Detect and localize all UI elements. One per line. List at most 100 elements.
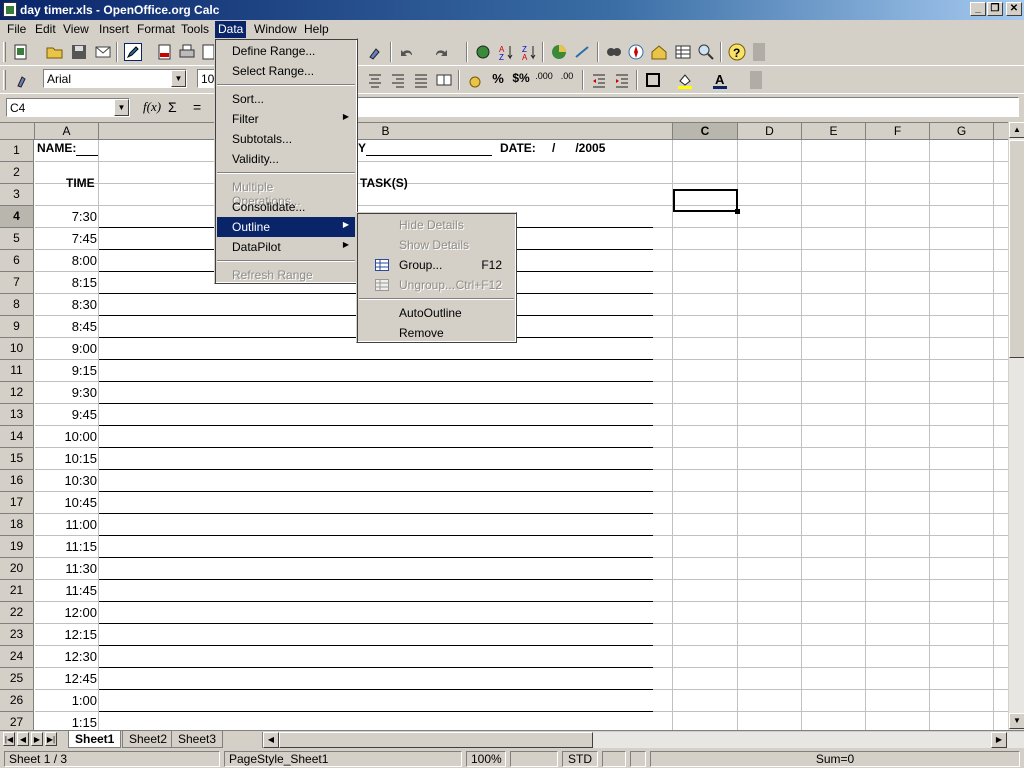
edit-file-icon[interactable] — [124, 43, 142, 61]
time-cell[interactable]: 8:30 — [35, 297, 97, 312]
format-paintbrush-icon[interactable] — [366, 43, 384, 61]
zoom-status[interactable]: 100% — [466, 751, 506, 767]
menu-help[interactable]: Help — [301, 21, 332, 38]
redo-icon[interactable] — [432, 43, 450, 61]
column-header-g[interactable]: G — [930, 123, 994, 140]
menu-edit[interactable]: Edit — [32, 21, 59, 38]
add-decimal-icon[interactable]: .000 — [535, 71, 553, 89]
first-sheet-icon[interactable]: |◀ — [3, 732, 15, 746]
font-size-combo[interactable]: 10 — [197, 69, 215, 88]
row-header[interactable]: 22 — [0, 602, 34, 624]
sort-ascending-icon[interactable]: AZ — [497, 43, 515, 62]
menu-item-subtotals[interactable]: Subtotals... — [217, 129, 355, 149]
toolbar-handle[interactable] — [3, 42, 6, 62]
row-header[interactable]: 14 — [0, 426, 34, 448]
time-cell[interactable]: 11:15 — [35, 539, 97, 554]
last-sheet-icon[interactable]: ▶| — [45, 732, 57, 746]
time-cell[interactable]: 1:15 — [35, 715, 97, 730]
row-header[interactable]: 15 — [0, 448, 34, 470]
time-cell[interactable]: 9:45 — [35, 407, 97, 422]
menu-insert[interactable]: Insert — [96, 21, 132, 38]
close-button[interactable]: ✕ — [1006, 2, 1022, 16]
menu-item-datapilot[interactable]: DataPilot ▶ — [217, 237, 355, 257]
increase-indent-icon[interactable] — [613, 71, 631, 89]
row-header[interactable]: 19 — [0, 536, 34, 558]
scroll-thumb[interactable] — [1009, 140, 1024, 358]
time-cell[interactable]: 7:45 — [35, 231, 97, 246]
time-cell[interactable]: 10:45 — [35, 495, 97, 510]
scroll-down-icon[interactable]: ▼ — [1009, 713, 1024, 729]
column-header-e[interactable]: E — [802, 123, 866, 140]
time-cell[interactable]: 12:15 — [35, 627, 97, 642]
row-header[interactable]: 9 — [0, 316, 34, 338]
menu-format[interactable]: Format — [134, 21, 178, 38]
gallery-icon[interactable] — [650, 43, 668, 61]
menu-item-consolidate[interactable]: Consolidate... — [217, 197, 355, 217]
menu-window[interactable]: Window — [251, 21, 300, 38]
time-cell[interactable]: 7:30 — [35, 209, 97, 224]
row-header[interactable]: 12 — [0, 382, 34, 404]
row-header[interactable]: 5 — [0, 228, 34, 250]
sum-icon[interactable]: Σ — [168, 99, 177, 115]
font-name-combo[interactable]: Arial ▼ — [43, 69, 187, 88]
time-cell[interactable]: 10:00 — [35, 429, 97, 444]
stylist-icon[interactable] — [14, 71, 32, 89]
row-header[interactable]: 11 — [0, 360, 34, 382]
merge-cells-icon[interactable] — [435, 71, 453, 89]
export-pdf-icon[interactable] — [156, 43, 174, 61]
justify-icon[interactable] — [412, 71, 430, 89]
time-cell[interactable]: 10:15 — [35, 451, 97, 466]
save-icon[interactable] — [70, 43, 88, 61]
column-header-c[interactable]: C — [673, 123, 738, 140]
row-header[interactable]: 7 — [0, 272, 34, 294]
undo-icon[interactable] — [398, 43, 416, 61]
name-box[interactable]: C4 ▼ — [6, 98, 130, 117]
standard-format-icon[interactable]: $% — [512, 71, 530, 89]
align-right-icon[interactable] — [389, 71, 407, 89]
insert-chart-icon[interactable] — [550, 43, 568, 61]
time-cell[interactable]: 10:30 — [35, 473, 97, 488]
menu-item-validity[interactable]: Validity... — [217, 149, 355, 169]
time-cell[interactable]: 12:30 — [35, 649, 97, 664]
tab-sheet1[interactable]: Sheet1 — [68, 731, 122, 748]
toolbar-handle[interactable] — [3, 70, 6, 90]
row-header[interactable]: 18 — [0, 514, 34, 536]
select-all-corner[interactable] — [0, 123, 35, 140]
menu-item-define-range[interactable]: Define Range... — [217, 41, 355, 61]
tab-sheet3[interactable]: Sheet3 — [171, 731, 224, 748]
time-cell[interactable]: 8:15 — [35, 275, 97, 290]
row-header[interactable]: 20 — [0, 558, 34, 580]
horizontal-scrollbar[interactable]: ◀ ▶ — [262, 732, 1024, 748]
delete-decimal-icon[interactable]: .00 — [558, 71, 576, 89]
page-style-status[interactable]: PageStyle_Sheet1 — [224, 751, 462, 767]
row-header[interactable]: 17 — [0, 492, 34, 514]
percent-format-icon[interactable]: % — [489, 71, 507, 89]
maximize-button[interactable]: ❐ — [987, 2, 1003, 16]
next-sheet-icon[interactable]: ▶ — [31, 732, 43, 746]
font-color-icon[interactable]: A — [711, 71, 729, 89]
chevron-down-icon[interactable]: ▼ — [114, 99, 129, 116]
row-header[interactable]: 6 — [0, 250, 34, 272]
scroll-right-icon[interactable]: ▶ — [991, 732, 1007, 748]
previous-sheet-icon[interactable]: ◀ — [17, 732, 29, 746]
column-header-a[interactable]: A — [35, 123, 99, 140]
column-header-f[interactable]: F — [866, 123, 930, 140]
time-cell[interactable]: 8:00 — [35, 253, 97, 268]
toolbar-overflow-icon[interactable] — [750, 71, 762, 89]
hscroll-thumb[interactable] — [279, 732, 593, 748]
minimize-button[interactable]: _ — [970, 2, 986, 16]
align-center-icon[interactable] — [366, 71, 384, 89]
function-wizard-icon[interactable]: f(x) — [143, 99, 161, 115]
row-header[interactable]: 25 — [0, 668, 34, 690]
open-folder-icon[interactable] — [46, 43, 64, 61]
time-cell[interactable]: 9:00 — [35, 341, 97, 356]
time-cell[interactable]: 1:00 — [35, 693, 97, 708]
menu-file[interactable]: File — [4, 21, 29, 38]
time-cell[interactable]: 12:00 — [35, 605, 97, 620]
time-cell[interactable]: 11:45 — [35, 583, 97, 598]
time-cell[interactable]: 9:15 — [35, 363, 97, 378]
tab-sheet2[interactable]: Sheet2 — [122, 731, 175, 748]
background-color-icon[interactable] — [676, 71, 694, 89]
column-header-d[interactable]: D — [738, 123, 802, 140]
row-header[interactable]: 13 — [0, 404, 34, 426]
